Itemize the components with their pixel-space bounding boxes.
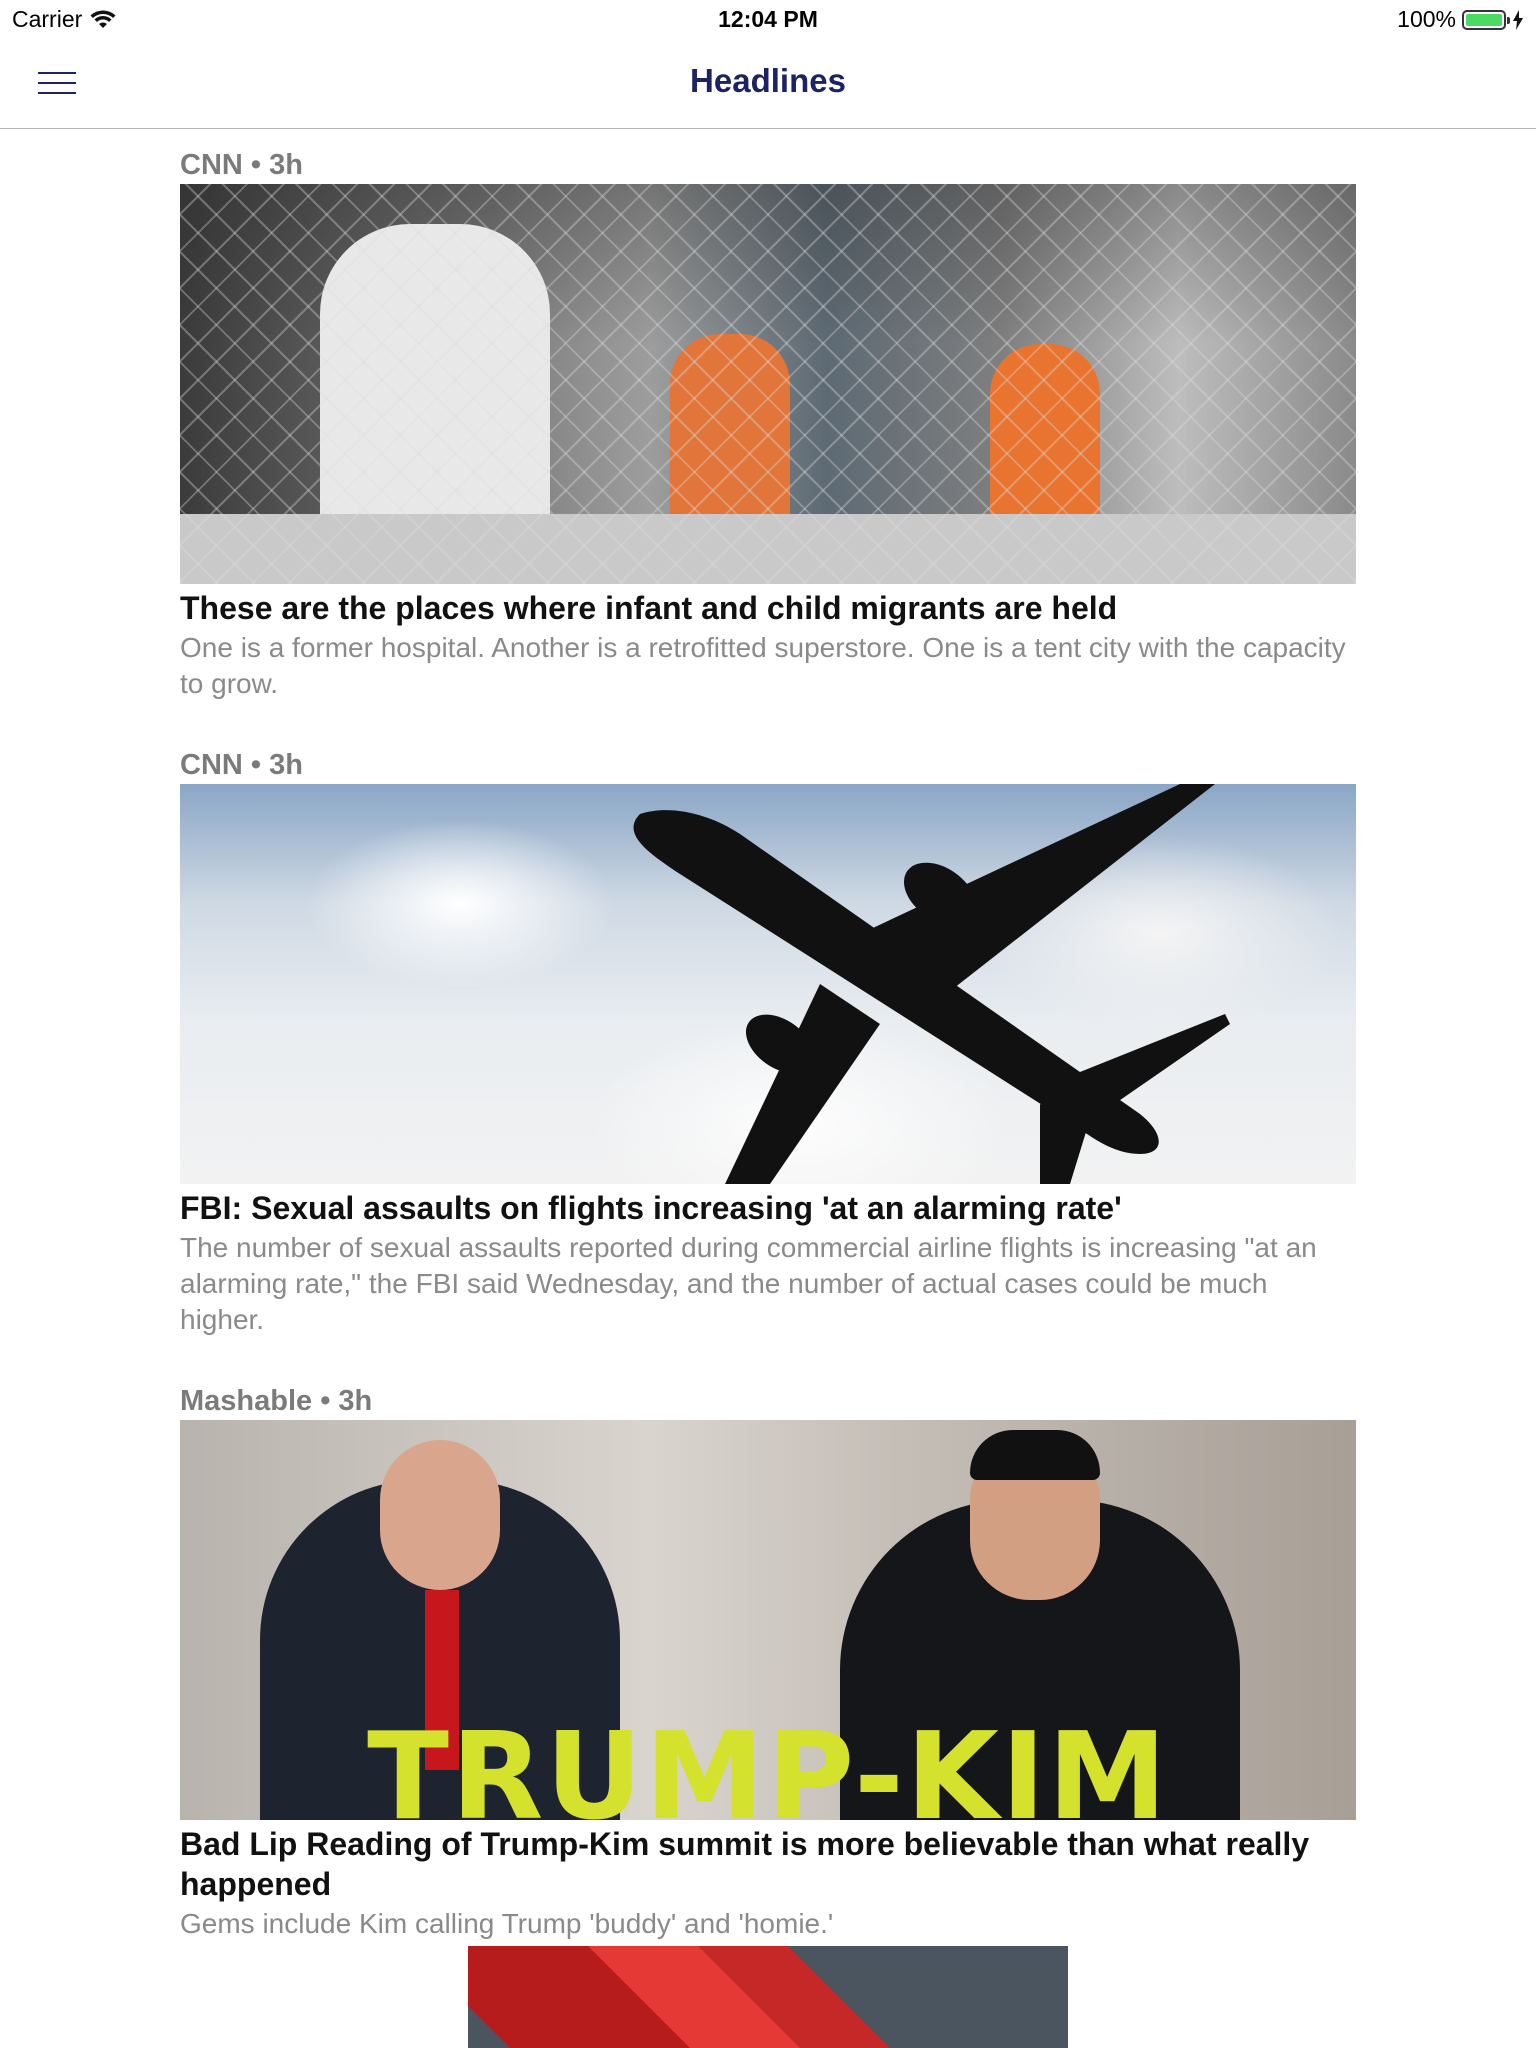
- article-image[interactable]: [180, 184, 1356, 584]
- article-card[interactable]: Mashable • 3h TRUMP-KIM Bad Lip Reading …: [180, 1382, 1356, 1942]
- status-bar: Carrier 12:04 PM 100%: [0, 0, 1536, 40]
- battery-indicator: 100%: [1397, 6, 1524, 33]
- article-image[interactable]: TRUMP-KIM: [180, 1420, 1356, 1820]
- battery-percent: 100%: [1397, 6, 1456, 32]
- charging-bolt-icon: [1513, 9, 1523, 30]
- article-card[interactable]: CNN • 3h These are the places where infa…: [180, 146, 1356, 702]
- article-summary: The number of sexual assaults reported d…: [180, 1232, 1317, 1335]
- article-summary: Gems include Kim calling Trump 'buddy' a…: [180, 1908, 834, 1939]
- navigation-bar: Headlines: [0, 40, 1536, 129]
- article-image[interactable]: [180, 784, 1356, 1184]
- article-headline[interactable]: FBI: Sexual assaults on flights increasi…: [180, 1188, 1356, 1228]
- article-meta: CNN • 3h: [180, 149, 303, 181]
- airplane-silhouette: [633, 784, 1230, 1184]
- ad-banner[interactable]: [468, 1946, 1068, 2048]
- headlines-feed[interactable]: CNN • 3h These are the places where infa…: [180, 146, 1356, 1986]
- image-caption-text: TRUMP-KIM: [367, 1708, 1169, 1821]
- article-summary: One is a former hospital. Another is a r…: [180, 632, 1346, 699]
- article-meta: CNN • 3h: [180, 749, 303, 781]
- clock: 12:04 PM: [718, 6, 818, 32]
- article-headline[interactable]: Bad Lip Reading of Trump-Kim summit is m…: [180, 1824, 1356, 1904]
- article-headline[interactable]: These are the places where infant and ch…: [180, 588, 1356, 628]
- article-card[interactable]: CNN • 3h FBI: Sexual assaults on flights…: [180, 746, 1356, 1338]
- battery-icon: [1462, 9, 1510, 30]
- article-meta: Mashable • 3h: [180, 1385, 373, 1417]
- page-title: Headlines: [690, 62, 846, 99]
